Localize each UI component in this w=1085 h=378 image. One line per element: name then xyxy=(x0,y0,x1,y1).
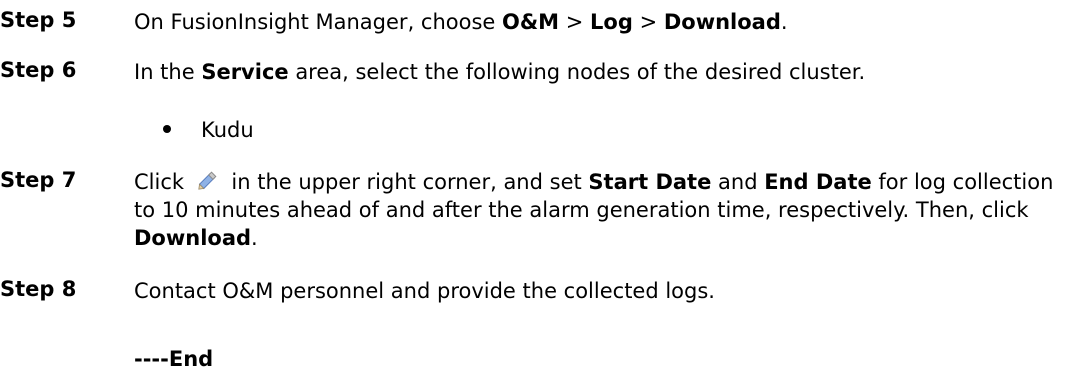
text-run: > xyxy=(632,10,664,34)
edit-pencil-icon[interactable] xyxy=(195,168,221,192)
bullet-icon xyxy=(163,125,171,133)
text-run: . xyxy=(780,10,788,34)
step-label: Step 8 xyxy=(0,277,77,301)
text-run: In the xyxy=(134,60,202,84)
step-text: On FusionInsight Manager, choose O&M > L… xyxy=(134,8,1077,36)
service-area-label: Service xyxy=(201,60,289,84)
text-run: and xyxy=(711,170,765,194)
text-run: Click xyxy=(134,170,191,194)
step-label: Step 7 xyxy=(0,168,77,192)
end-marker: ----End xyxy=(134,347,214,371)
text-run: > xyxy=(559,10,591,34)
start-date-label: Start Date xyxy=(588,170,712,194)
bullet-text: Kudu xyxy=(201,118,254,142)
step-label: Step 6 xyxy=(0,58,77,82)
step-text: Contact O&M personnel and provide the co… xyxy=(134,277,1077,305)
download-button-label: Download xyxy=(134,226,252,250)
end-date-label: End Date xyxy=(764,170,872,194)
text-run: in the upper right corner, and set xyxy=(224,170,589,194)
bullet-list-item: Kudu xyxy=(163,118,254,142)
text-run: On FusionInsight Manager, choose xyxy=(134,10,503,34)
menu-om: O&M xyxy=(502,10,560,34)
menu-log: Log xyxy=(590,10,633,34)
step-label: Step 5 xyxy=(0,8,77,32)
step-text: Click in the upper right corner, and set… xyxy=(134,168,1077,252)
text-run: area, select the following nodes of the … xyxy=(288,60,866,84)
text-run: Contact O&M personnel and provide the co… xyxy=(134,279,715,303)
menu-download: Download xyxy=(663,10,781,34)
step-text: In the Service area, select the followin… xyxy=(134,58,1077,86)
text-run: . xyxy=(251,226,258,250)
